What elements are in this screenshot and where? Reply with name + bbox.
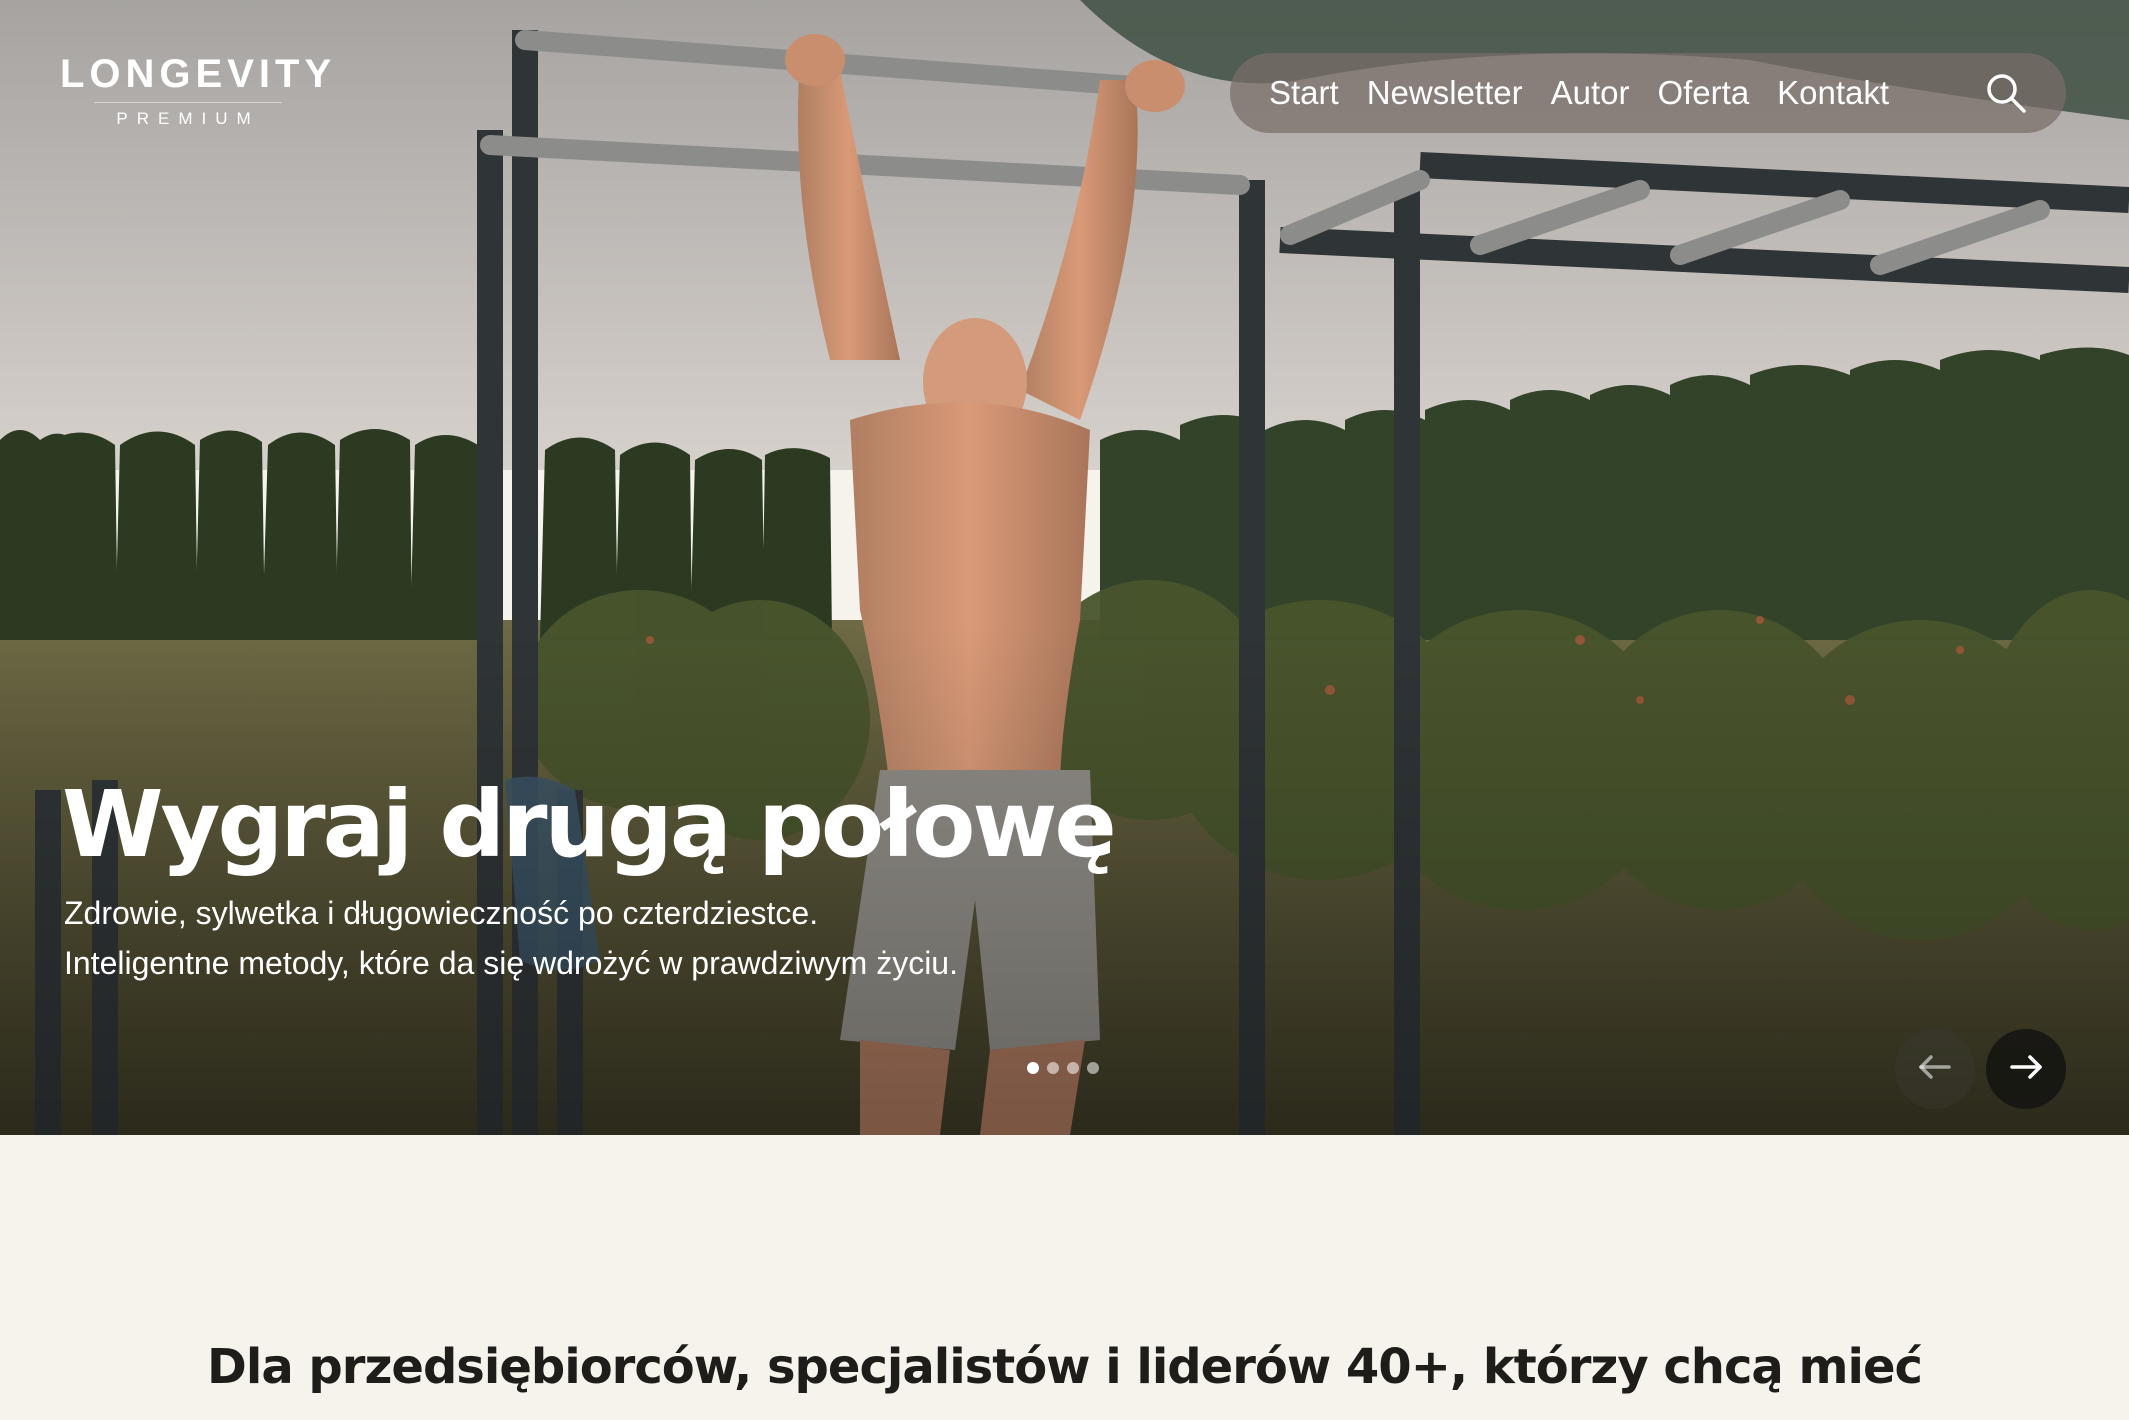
nav-item-autor[interactable]: Autor [1551,74,1630,112]
logo-wordmark: LONGEVITY [60,52,337,96]
hero-title: Wygraj drugą połowę [62,771,1117,878]
intro-heading: Dla przedsiębiorców, specjalistów i lide… [207,1339,1923,1395]
carousel-dot-4[interactable] [1087,1062,1099,1074]
carousel-prev-button[interactable] [1895,1029,1975,1109]
main-nav: Start Newsletter Autor Oferta Kontakt [1230,53,2066,133]
hero-section: LONGEVITY PREMIUM Start Newsletter Autor… [0,0,2129,1135]
nav-item-newsletter[interactable]: Newsletter [1367,74,1523,112]
search-icon[interactable] [1984,71,2028,115]
carousel-dot-3[interactable] [1067,1062,1079,1074]
hero-subtitle-line-2: Inteligentne metody, które da się wdroży… [64,945,958,981]
nav-item-oferta[interactable]: Oferta [1657,74,1749,112]
site-logo[interactable]: LONGEVITY PREMIUM [60,52,337,129]
arrow-right-icon [2006,1047,2046,1092]
hero-subtitle: Zdrowie, sylwetka i długowieczność po cz… [64,888,1164,988]
carousel-dot-2[interactable] [1047,1062,1059,1074]
hero-subtitle-line-1: Zdrowie, sylwetka i długowieczność po cz… [64,895,819,931]
carousel-dots [1027,1062,1099,1074]
nav-item-kontakt[interactable]: Kontakt [1777,74,1889,112]
intro-section: Dla przedsiębiorców, specjalistów i lide… [0,1135,2129,1420]
arrow-left-icon [1915,1047,1955,1092]
nav-item-start[interactable]: Start [1269,74,1339,112]
logo-divider [94,102,282,103]
carousel-dot-1[interactable] [1027,1062,1039,1074]
logo-tagline: PREMIUM [116,109,260,128]
carousel-next-button[interactable] [1986,1029,2066,1109]
